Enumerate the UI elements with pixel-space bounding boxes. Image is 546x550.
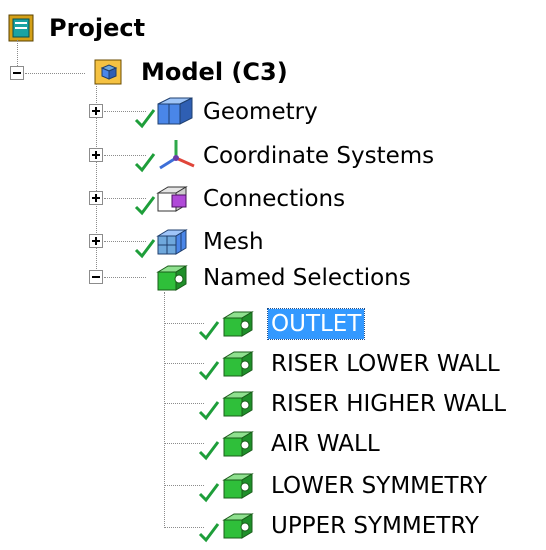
coordinate-systems-icon — [134, 138, 200, 174]
named-selection-label: AIR WALL — [271, 431, 380, 457]
named-selection-icon — [196, 508, 268, 544]
tree-node-mesh[interactable]: Mesh — [134, 222, 267, 262]
collapse-model-toggle[interactable] — [10, 66, 24, 80]
coordinate-systems-label: Coordinate Systems — [203, 143, 435, 169]
named-selection-upper-symmetry[interactable]: UPPER SYMMETRY — [196, 506, 482, 546]
named-selection-icon — [196, 426, 268, 462]
connections-icon — [134, 181, 200, 217]
tree-node-geometry[interactable]: Geometry — [134, 92, 321, 132]
named-selection-label: RISER HIGHER WALL — [271, 391, 507, 417]
tree-connector — [25, 73, 85, 74]
tree-connector — [17, 40, 18, 66]
named-selection-label: LOWER SYMMETRY — [271, 473, 488, 499]
tree-connector — [164, 292, 165, 528]
named-selection-label: UPPER SYMMETRY — [271, 513, 479, 539]
named-selection-icon — [196, 306, 268, 342]
tree-node-named-selections[interactable]: Named Selections — [134, 258, 414, 298]
named-selection-label: RISER LOWER WALL — [271, 351, 500, 377]
tree-node-model[interactable]: Model (C3) — [92, 52, 291, 92]
named-selections-label: Named Selections — [203, 265, 411, 291]
tree-node-coordinate-systems[interactable]: Coordinate Systems — [134, 136, 437, 176]
named-selection-outlet[interactable]: OUTLET — [196, 304, 366, 344]
named-selection-riser-higher-wall[interactable]: RISER HIGHER WALL — [196, 384, 509, 424]
expand-mesh-toggle[interactable] — [89, 234, 103, 248]
mesh-label: Mesh — [203, 229, 264, 255]
expand-coordinate-systems-toggle[interactable] — [89, 148, 103, 162]
project-icon — [6, 13, 36, 43]
named-selection-icon — [196, 386, 268, 422]
named-selection-icon — [196, 346, 268, 382]
tree-root-project[interactable]: Project — [6, 8, 148, 48]
geometry-label: Geometry — [203, 99, 318, 125]
connections-label: Connections — [203, 186, 346, 212]
named-selection-riser-lower-wall[interactable]: RISER LOWER WALL — [196, 344, 503, 384]
named-selection-air-wall[interactable]: AIR WALL — [196, 424, 383, 464]
named-selection-icon — [196, 468, 268, 504]
mesh-icon — [134, 224, 200, 260]
geometry-icon — [134, 94, 200, 130]
model-label: Model (C3) — [141, 58, 288, 86]
collapse-named-selections-toggle[interactable] — [89, 270, 103, 284]
named-selections-icon — [134, 260, 200, 296]
expand-geometry-toggle[interactable] — [89, 104, 103, 118]
project-label: Project — [49, 14, 146, 42]
named-selection-label: OUTLET — [266, 308, 366, 340]
named-selection-lower-symmetry[interactable]: LOWER SYMMETRY — [196, 466, 490, 506]
expand-connections-toggle[interactable] — [89, 191, 103, 205]
tree-node-connections[interactable]: Connections — [134, 179, 348, 219]
